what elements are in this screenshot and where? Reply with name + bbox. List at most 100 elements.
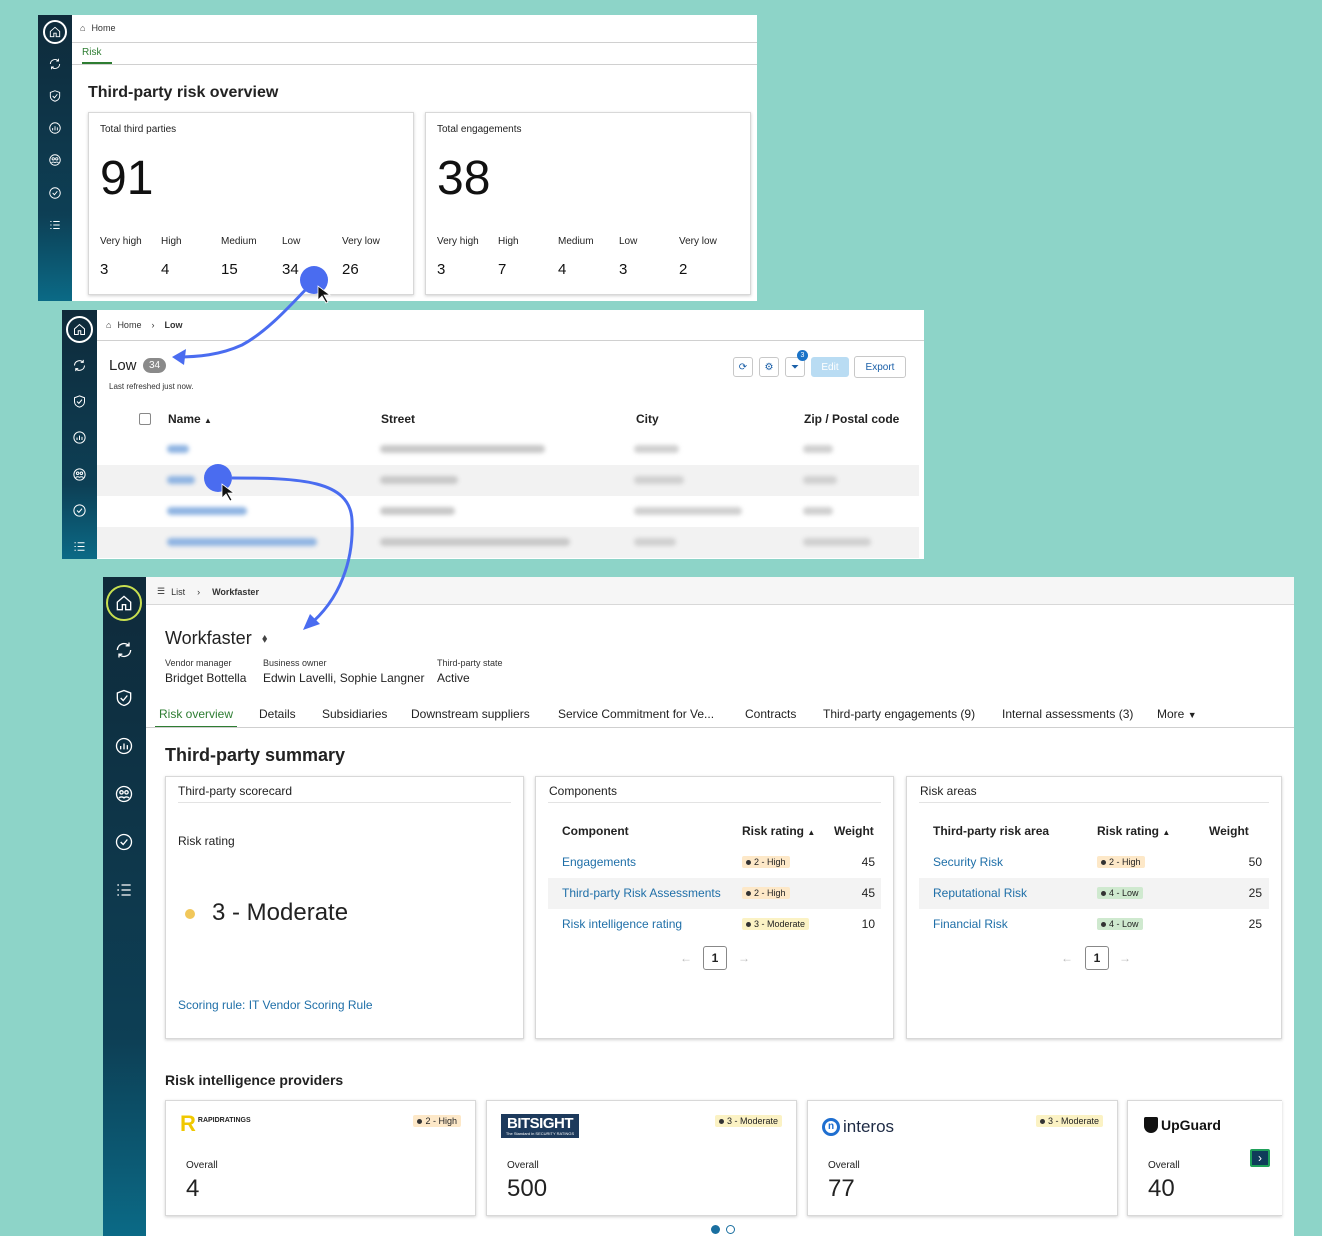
table-row[interactable]: Reputational Risk 4 - Low 25 bbox=[919, 878, 1269, 909]
scoring-rule-link[interactable]: Scoring rule: IT Vendor Scoring Rule bbox=[178, 998, 373, 1012]
people-icon[interactable] bbox=[113, 783, 135, 805]
component-link[interactable]: Risk intelligence rating bbox=[562, 917, 682, 931]
column-header-weight[interactable]: Weight bbox=[834, 824, 874, 838]
tab-downstream-suppliers[interactable]: Downstream suppliers bbox=[411, 707, 530, 721]
tab-risk-overview[interactable]: Risk overview bbox=[155, 707, 238, 728]
people-icon[interactable] bbox=[71, 466, 88, 483]
refresh-button[interactable]: ⟳ bbox=[733, 357, 753, 377]
level-value[interactable]: 7 bbox=[498, 261, 506, 278]
provider-card-bitsight[interactable]: BITSIGHT The Standard in SECURITY RATING… bbox=[486, 1100, 797, 1216]
table-row[interactable]: Risk intelligence rating 3 - Moderate 10 bbox=[548, 909, 881, 940]
table-row[interactable]: Financial Risk 4 - Low 25 bbox=[919, 909, 1269, 940]
analytics-icon[interactable] bbox=[113, 735, 135, 757]
column-header-component[interactable]: Component bbox=[562, 824, 629, 838]
total-engagements-card[interactable]: Total engagements 38 Very high High Medi… bbox=[425, 112, 751, 295]
refresh-icon[interactable] bbox=[47, 56, 63, 72]
next-provider-button[interactable]: › bbox=[1250, 1149, 1270, 1167]
prev-page-icon[interactable]: ← bbox=[680, 951, 692, 965]
tab-subsidiaries[interactable]: Subsidiaries bbox=[322, 707, 387, 721]
analytics-icon[interactable] bbox=[71, 429, 88, 446]
refresh-icon[interactable] bbox=[113, 639, 135, 661]
page-button[interactable]: 1 bbox=[703, 946, 727, 970]
list-icon[interactable] bbox=[71, 538, 88, 555]
analytics-icon[interactable] bbox=[47, 120, 63, 136]
tab-details[interactable]: Details bbox=[259, 707, 296, 721]
tab-internal-assessments[interactable]: Internal assessments (3) bbox=[1002, 707, 1133, 721]
level-label: Very low bbox=[679, 236, 717, 247]
tab-contracts[interactable]: Contracts bbox=[745, 707, 796, 721]
home-icon[interactable] bbox=[66, 316, 93, 343]
home-small-icon[interactable]: ⌂ bbox=[80, 23, 85, 33]
level-value[interactable]: 2 bbox=[679, 261, 687, 278]
rating-badge: 2 - High bbox=[742, 887, 790, 899]
level-value[interactable]: 4 bbox=[558, 261, 566, 278]
select-all-checkbox[interactable] bbox=[139, 413, 151, 425]
breadcrumb-list[interactable]: List bbox=[171, 587, 185, 597]
column-header-risk-rating[interactable]: Risk rating ▲ bbox=[742, 824, 815, 838]
level-value[interactable]: 26 bbox=[342, 261, 359, 278]
shield-icon[interactable] bbox=[113, 687, 135, 709]
carousel-dot-active[interactable] bbox=[711, 1225, 720, 1234]
home-small-icon[interactable]: ⌂ bbox=[106, 320, 111, 330]
export-button[interactable]: Export bbox=[854, 356, 906, 378]
filter-count-badge: 3 bbox=[797, 350, 808, 361]
column-header-street[interactable]: Street bbox=[381, 412, 415, 426]
column-header-risk-rating[interactable]: Risk rating ▲ bbox=[1097, 824, 1170, 838]
rating-badge: 2 - High bbox=[742, 856, 790, 868]
home-icon[interactable] bbox=[43, 20, 67, 44]
tag-icon[interactable]: ⬧ bbox=[262, 631, 267, 646]
risk-area-link[interactable]: Reputational Risk bbox=[933, 886, 1027, 900]
level-value[interactable]: 15 bbox=[221, 261, 238, 278]
level-value[interactable]: 4 bbox=[161, 261, 169, 278]
tab-risk[interactable]: Risk bbox=[82, 47, 112, 64]
table-row[interactable] bbox=[97, 465, 919, 496]
column-header-risk-area[interactable]: Third-party risk area bbox=[933, 824, 1049, 838]
table-row[interactable]: Engagements 2 - High 45 bbox=[548, 847, 881, 878]
level-value[interactable]: 3 bbox=[100, 261, 108, 278]
risk-area-link[interactable]: Security Risk bbox=[933, 855, 1003, 869]
next-page-icon[interactable]: → bbox=[1119, 951, 1131, 965]
people-icon[interactable] bbox=[47, 152, 63, 168]
column-header-weight[interactable]: Weight bbox=[1209, 824, 1249, 838]
check-icon[interactable] bbox=[47, 185, 63, 201]
table-row[interactable]: Third-party Risk Assessments 2 - High 45 bbox=[548, 878, 881, 909]
level-value-low[interactable]: 34 bbox=[282, 261, 299, 278]
list-icon[interactable] bbox=[47, 217, 63, 233]
home-icon[interactable] bbox=[106, 585, 142, 621]
level-value[interactable]: 3 bbox=[619, 261, 627, 278]
table-row[interactable] bbox=[97, 527, 919, 558]
table-row[interactable] bbox=[97, 434, 919, 465]
shield-icon[interactable] bbox=[47, 88, 63, 104]
column-header-name[interactable]: Name ▲ bbox=[168, 412, 212, 426]
check-icon[interactable] bbox=[71, 502, 88, 519]
provider-card-interos[interactable]: n interos 3 - Moderate Overall 77 bbox=[807, 1100, 1118, 1216]
prev-page-icon[interactable]: ← bbox=[1061, 951, 1073, 965]
card-title: Components bbox=[549, 784, 618, 798]
tab-service-commitment[interactable]: Service Commitment for Ve... bbox=[558, 707, 714, 721]
list-icon[interactable] bbox=[113, 879, 135, 901]
settings-button[interactable]: ⚙ bbox=[759, 357, 779, 377]
list-small-icon[interactable]: ☰ bbox=[157, 586, 165, 597]
check-icon[interactable] bbox=[113, 831, 135, 853]
tab-third-party-engagements[interactable]: Third-party engagements (9) bbox=[823, 707, 975, 721]
next-page-icon[interactable]: → bbox=[738, 951, 750, 965]
breadcrumb-home[interactable]: Home bbox=[117, 320, 141, 330]
risk-area-link[interactable]: Financial Risk bbox=[933, 917, 1008, 931]
component-link[interactable]: Third-party Risk Assessments bbox=[562, 886, 721, 900]
component-link[interactable]: Engagements bbox=[562, 855, 636, 869]
table-row[interactable]: Security Risk 2 - High 50 bbox=[919, 847, 1269, 878]
provider-card-rapidratings[interactable]: R RAPIDRATINGS 2 - High Overall 4 bbox=[165, 1100, 476, 1216]
edit-button[interactable]: Edit bbox=[811, 357, 849, 377]
level-value[interactable]: 3 bbox=[437, 261, 445, 278]
shield-icon[interactable] bbox=[71, 393, 88, 410]
column-header-city[interactable]: City bbox=[636, 412, 659, 426]
column-header-zip[interactable]: Zip / Postal code bbox=[804, 412, 899, 426]
page-button[interactable]: 1 bbox=[1085, 946, 1109, 970]
provider-card-upguard[interactable]: UpGuard › Overall 40 bbox=[1127, 1100, 1282, 1216]
tab-more[interactable]: More ▼ bbox=[1157, 707, 1197, 721]
breadcrumb-home[interactable]: Home bbox=[91, 23, 115, 33]
refresh-icon[interactable] bbox=[71, 357, 88, 374]
total-third-parties-card[interactable]: Total third parties 91 Very high High Me… bbox=[88, 112, 414, 295]
table-row[interactable] bbox=[97, 496, 919, 527]
carousel-dot[interactable] bbox=[726, 1225, 735, 1234]
